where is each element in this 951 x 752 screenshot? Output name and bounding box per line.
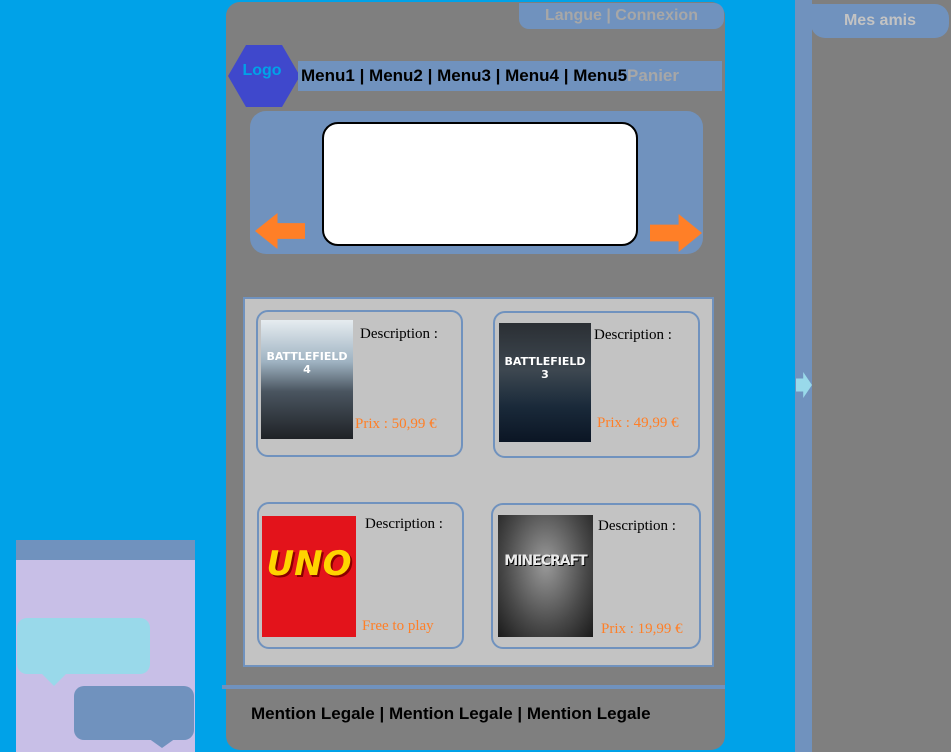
carousel-slide[interactable]	[322, 122, 638, 246]
footer-link-legal[interactable]: Mention Legale	[527, 704, 651, 723]
nav-item-menu3[interactable]: Menu3	[437, 66, 491, 85]
product-price: Free to play	[362, 618, 434, 634]
footer-divider	[222, 685, 725, 689]
nav-item-menu1[interactable]: Menu1	[301, 66, 355, 85]
product-description-label: Description :	[598, 518, 676, 534]
product-card-uno[interactable]: UNO Description : Free to play	[257, 502, 464, 649]
nav-item-menu4[interactable]: Menu4	[505, 66, 559, 85]
footer-link-legal[interactable]: Mention Legale	[389, 704, 513, 723]
product-cover-battlefield4[interactable]: BATTLEFIELD 4	[261, 320, 353, 439]
product-card-battlefield4[interactable]: BATTLEFIELD 4 Description : Prix : 50,99…	[256, 310, 463, 457]
product-card-minecraft[interactable]: MINECRAFT Description : Prix : 19,99 €	[491, 503, 701, 649]
footer-separator: |	[374, 704, 389, 723]
product-card-battlefield3[interactable]: BATTLEFIELD 3 Description : Prix : 49,99…	[493, 311, 700, 458]
friends-title[interactable]: Mes amis	[811, 4, 949, 38]
language-link[interactable]: Langue	[545, 7, 602, 24]
logo-label: Logo	[242, 62, 282, 79]
product-description-label: Description :	[365, 516, 443, 532]
cover-title: MINECRAFT	[504, 553, 587, 569]
footer-links: Mention Legale | Mention Legale | Mentio…	[251, 704, 651, 724]
product-price: Prix : 19,99 €	[601, 621, 683, 637]
main-nav: Menu1 | Menu2 | Menu3 | Menu4 | Menu5Pan…	[301, 64, 679, 88]
cart-link[interactable]: Panier	[627, 66, 679, 85]
friends-panel	[795, 0, 951, 752]
nav-separator: |	[354, 66, 370, 85]
product-cover-uno[interactable]: UNO	[262, 516, 356, 637]
login-link[interactable]: Connexion	[615, 7, 698, 24]
nav-separator: |	[558, 66, 574, 85]
nav-separator: |	[490, 66, 506, 85]
cover-title: UNO	[266, 544, 352, 584]
product-description-label: Description :	[360, 326, 438, 342]
footer-separator: |	[512, 704, 527, 723]
chat-header[interactable]	[16, 540, 195, 560]
product-price: Prix : 50,99 €	[355, 416, 437, 432]
cover-title: BATTLEFIELD 3	[504, 355, 586, 381]
top-links-bar: Langue | Connexion	[519, 3, 724, 29]
chat-message-received	[17, 618, 150, 674]
nav-item-menu5[interactable]: Menu5	[573, 66, 627, 85]
product-cover-battlefield3[interactable]: BATTLEFIELD 3	[499, 323, 591, 442]
product-cover-minecraft[interactable]: MINECRAFT	[498, 515, 593, 637]
nav-separator: |	[422, 66, 438, 85]
footer-link-legal[interactable]: Mention Legale	[251, 704, 375, 723]
cover-title: BATTLEFIELD 4	[266, 350, 348, 376]
nav-item-menu2[interactable]: Menu2	[369, 66, 423, 85]
product-price: Prix : 49,99 €	[597, 415, 679, 431]
chat-message-sent	[74, 686, 194, 740]
top-links-separator: |	[601, 7, 616, 24]
product-description-label: Description :	[594, 327, 672, 343]
